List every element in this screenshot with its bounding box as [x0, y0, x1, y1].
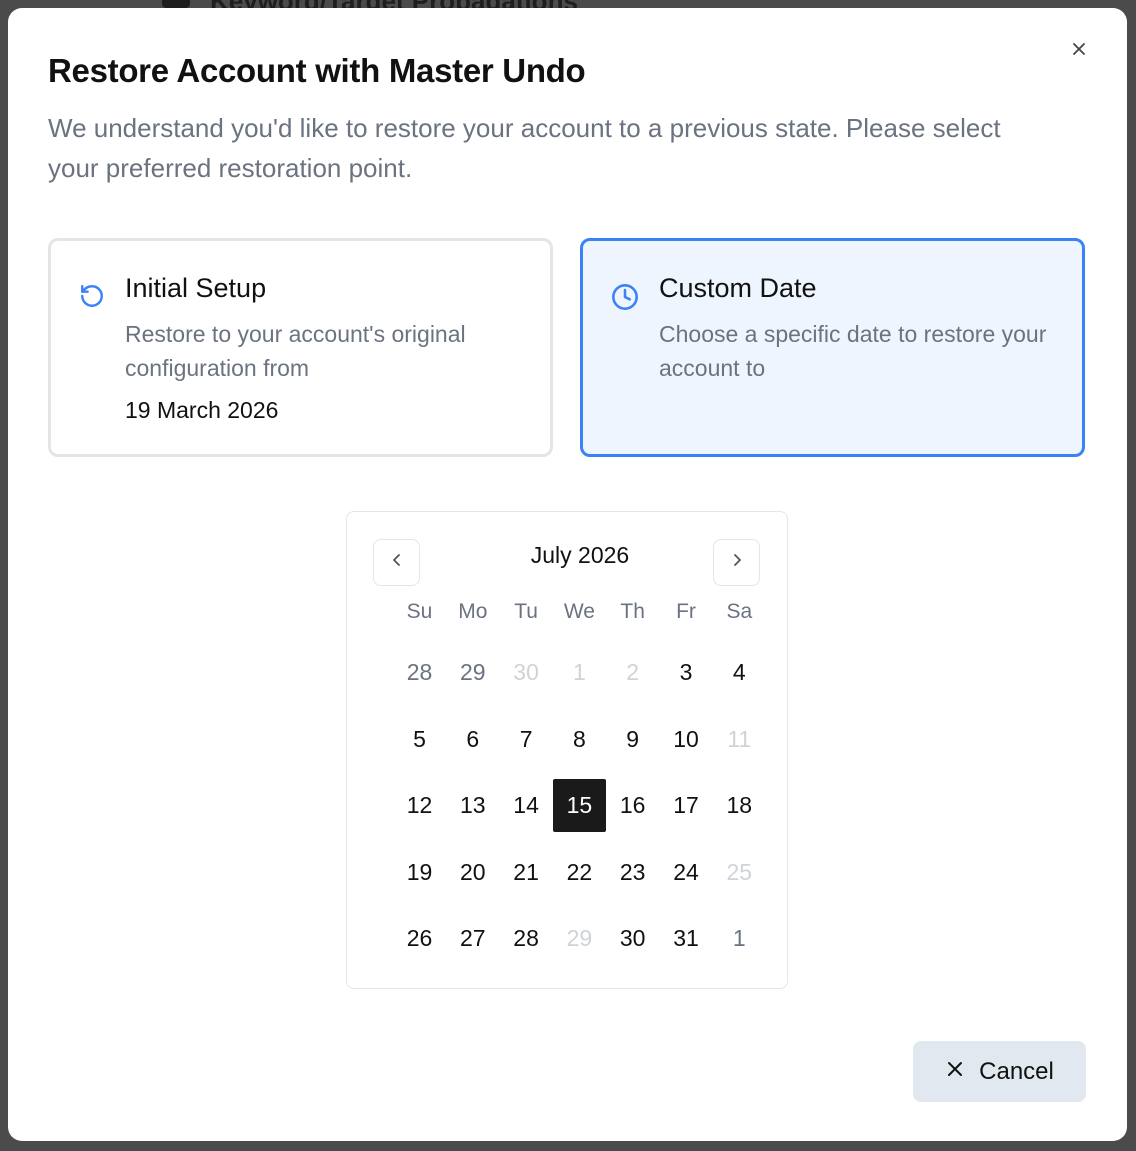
weekday-label: Su — [406, 600, 433, 623]
calendar-day[interactable]: 10 — [660, 713, 713, 766]
option-title: Initial Setup — [125, 273, 267, 303]
cancel-button[interactable]: Cancel — [913, 1041, 1086, 1102]
option-description: Choose a specific date to restore your a… — [659, 321, 1047, 381]
calendar-day: 1 — [572, 659, 586, 685]
cancel-label: Cancel — [979, 1057, 1054, 1085]
calendar-day[interactable]: 1 — [713, 912, 766, 965]
calendar-day[interactable]: 17 — [660, 779, 713, 832]
weekday-label: Th — [620, 600, 645, 623]
calendar-day[interactable]: 19 — [393, 846, 446, 899]
calendar-day[interactable]: 3 — [660, 646, 713, 699]
background-icon — [162, 0, 190, 8]
calendar-day[interactable]: 29 — [446, 646, 499, 699]
calendar-day[interactable]: 12 — [393, 779, 446, 832]
weekday-label: Tu — [514, 600, 538, 623]
calendar-day[interactable]: 13 — [446, 779, 499, 832]
x-icon — [945, 1059, 965, 1084]
chevron-right-icon — [729, 552, 745, 573]
option-title: Custom Date — [659, 273, 817, 303]
calendar-day[interactable]: 20 — [446, 846, 499, 899]
calendar-day[interactable]: 21 — [500, 846, 553, 899]
dialog-title: Restore Account with Master Undo — [48, 52, 586, 89]
clock-icon — [611, 283, 638, 310]
calendar-day[interactable]: 26 — [393, 912, 446, 965]
calendar-day[interactable]: 31 — [660, 912, 713, 965]
calendar-day[interactable]: 6 — [446, 713, 499, 766]
calendar-day[interactable]: 22 — [553, 846, 606, 899]
next-month-button[interactable] — [713, 539, 760, 586]
weekday-label: Mo — [458, 600, 488, 623]
calendar-day[interactable]: 24 — [660, 846, 713, 899]
calendar-day[interactable]: 28 — [393, 646, 446, 699]
calendar-day[interactable]: 5 — [393, 713, 446, 766]
calendar-day[interactable]: 14 — [500, 779, 553, 832]
calendar-day[interactable]: 18 — [713, 779, 766, 832]
option-description: Restore to your account's original confi… — [125, 321, 466, 381]
date-picker-calendar: July 2026 Su Mo Tu We Th Fr Sa 28 29 30 1 2 3 4 5 6 7 8 9… — [346, 511, 788, 989]
dialog-subtitle: We understand you'd like to restore your… — [48, 113, 1001, 183]
weekday-label: We — [563, 600, 595, 623]
calendar-day[interactable]: 7 — [500, 713, 553, 766]
calendar-day: 11 — [727, 725, 752, 752]
calendar-day: 25 — [726, 858, 753, 885]
close-icon — [1071, 41, 1087, 62]
calendar-day[interactable]: 9 — [606, 713, 659, 766]
calendar-day: 30 — [513, 659, 539, 685]
option-date: 19 March 2026 — [125, 397, 279, 423]
calendar-day[interactable]: 8 — [553, 713, 606, 766]
calendar-day[interactable]: 27 — [446, 912, 499, 965]
calendar-day: 29 — [566, 925, 593, 951]
calendar-day[interactable]: 16 — [606, 779, 659, 832]
calendar-day[interactable]: 23 — [606, 846, 659, 899]
option-custom-date[interactable]: Custom Date Choose a specific date to re… — [580, 238, 1085, 457]
rotate-ccw-icon — [79, 283, 105, 309]
weekday-label: Fr — [676, 600, 696, 623]
close-button[interactable] — [1068, 40, 1090, 62]
calendar-day[interactable]: 28 — [500, 912, 553, 965]
calendar-day[interactable]: 30 — [606, 912, 659, 965]
restore-dialog: Restore Account with Master Undo We unde… — [8, 8, 1127, 1141]
option-initial-setup[interactable]: Initial Setup Restore to your account's … — [48, 238, 553, 457]
calendar-day: 2 — [626, 659, 640, 685]
selected-day[interactable]: 15 — [552, 779, 606, 832]
weekday-label: Sa — [726, 600, 753, 623]
calendar-day[interactable]: 4 — [713, 646, 766, 699]
